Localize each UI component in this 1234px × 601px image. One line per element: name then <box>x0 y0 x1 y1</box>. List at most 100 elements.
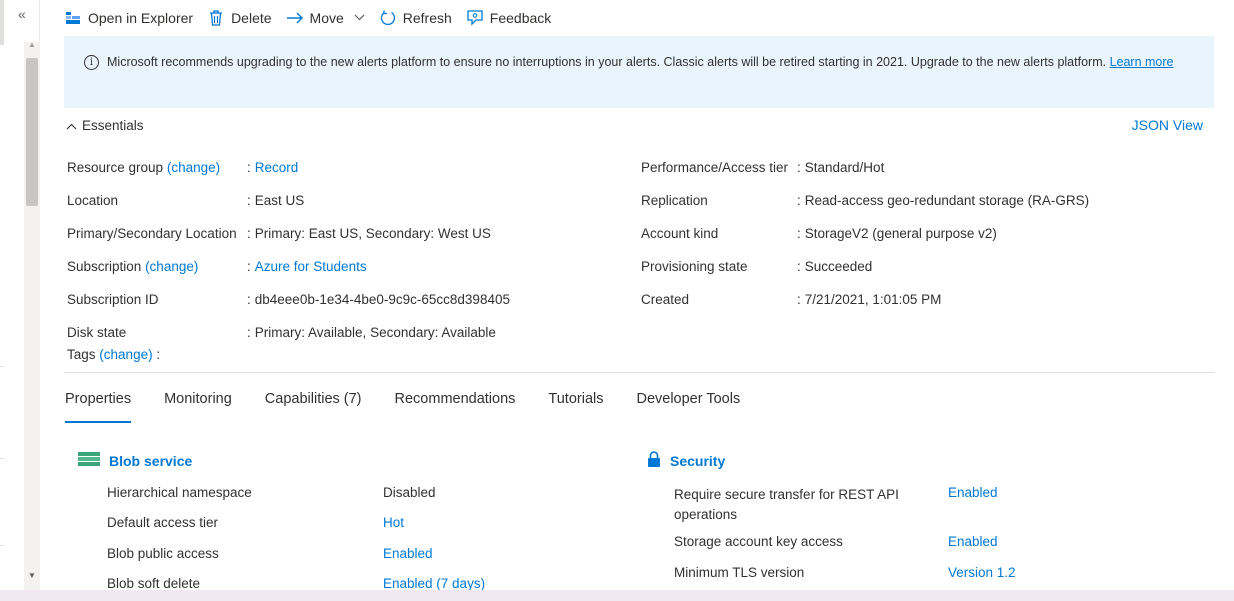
essentials-row: Primary/Secondary Location : Primary: Ea… <box>67 217 510 250</box>
property-row: Hierarchical namespace <box>107 485 252 500</box>
resource-group-value-link[interactable]: Record <box>255 160 299 175</box>
separator: : <box>797 259 801 274</box>
feedback-button[interactable]: Feedback <box>466 9 551 27</box>
separator: : <box>797 226 801 241</box>
essentials-row: Location : East US <box>67 184 510 217</box>
performance-access-tier-label: Performance/Access tier <box>641 160 789 175</box>
subscription-id-value: db4eee0b-1e34-4be0-9c9c-65cc8d398405 <box>254 292 510 307</box>
lock-icon <box>647 451 661 471</box>
minimum-tls-version-label: Minimum TLS version <box>674 565 805 580</box>
left-tick <box>0 366 4 367</box>
separator: : <box>247 193 251 208</box>
primary-secondary-location-label: Primary/Secondary Location <box>67 226 237 241</box>
hierarchical-namespace-label: Hierarchical namespace <box>107 485 252 500</box>
performance-access-tier-value: Standard/Hot <box>804 160 885 175</box>
require-secure-transfer-link[interactable]: Enabled <box>948 485 998 500</box>
security-title: Security <box>670 453 726 469</box>
refresh-button[interactable]: Refresh <box>379 9 452 27</box>
collapse-menu-button[interactable]: « <box>18 6 26 22</box>
blob-soft-delete-label: Blob soft delete <box>107 576 201 591</box>
location-value: East US <box>254 193 305 208</box>
separator: : <box>797 160 801 175</box>
left-edge <box>0 0 4 45</box>
essentials-row: Disk state : Primary: Available, Seconda… <box>67 316 510 349</box>
tab-capabilities[interactable]: Capabilities (7) <box>265 381 362 417</box>
command-bar: Open in Explorer Delete Move Refresh Fee… <box>64 0 565 36</box>
essentials-toggle[interactable]: Essentials <box>66 118 144 133</box>
chevron-up-icon <box>66 118 77 133</box>
trash-icon <box>207 9 225 27</box>
security-header[interactable]: Security <box>647 451 725 471</box>
storage-account-key-access-link[interactable]: Enabled <box>948 534 998 549</box>
left-tick <box>0 458 4 459</box>
provisioning-state-label: Provisioning state <box>641 259 748 274</box>
feedback-icon <box>466 9 484 27</box>
refresh-icon <box>379 9 397 27</box>
separator: : <box>247 259 251 274</box>
bottom-band <box>0 590 1234 601</box>
tab-developer-tools[interactable]: Developer Tools <box>636 381 740 417</box>
separator: : <box>797 193 801 208</box>
delete-label: Delete <box>231 10 272 26</box>
subscription-id-label: Subscription ID <box>67 292 159 307</box>
minimum-tls-version-link[interactable]: Version 1.2 <box>948 565 1016 580</box>
tab-bar: Properties Monitoring Capabilities (7) R… <box>65 381 773 423</box>
disk-state-value: Primary: Available, Secondary: Available <box>254 325 496 340</box>
account-kind-value: StorageV2 (general purpose v2) <box>804 226 997 241</box>
feedback-label: Feedback <box>489 10 552 26</box>
essentials-left-column: Resource group (change) : Record Locatio… <box>67 151 510 349</box>
require-secure-transfer-label: Require secure transfer for REST API ope… <box>674 487 899 522</box>
separator: : <box>247 160 251 175</box>
blob-public-access-link[interactable]: Enabled <box>383 546 433 561</box>
open-in-explorer-button[interactable]: Open in Explorer <box>64 9 193 27</box>
essentials-row: Subscription (change) : Azure for Studen… <box>67 250 510 283</box>
learn-more-link[interactable]: Learn more <box>1110 55 1174 69</box>
essentials-row: Performance/Access tier : Standard/Hot <box>641 151 1089 184</box>
chevron-down-icon <box>354 12 365 24</box>
essentials-right-column: Performance/Access tier : Standard/Hot R… <box>641 151 1089 316</box>
json-view-link[interactable]: JSON View <box>1132 117 1203 133</box>
subscription-change-link[interactable]: (change) <box>145 259 198 274</box>
tags-change-link[interactable]: (change) <box>99 347 152 362</box>
tags-row: Tags (change) : <box>67 347 160 362</box>
resource-group-label: Resource group <box>67 160 164 175</box>
refresh-label: Refresh <box>402 10 452 26</box>
blob-soft-delete-link[interactable]: Enabled (7 days) <box>383 576 485 591</box>
hierarchical-namespace-value: Disabled <box>383 485 436 500</box>
separator: : <box>247 325 251 340</box>
essentials-title: Essentials <box>82 118 144 133</box>
essentials-label: Resource group (change) <box>67 160 247 175</box>
tab-tutorials[interactable]: Tutorials <box>548 381 603 417</box>
primary-secondary-location-value: Primary: East US, Secondary: West US <box>254 226 491 241</box>
arrow-right-icon <box>286 9 304 27</box>
left-tick <box>0 545 4 546</box>
blob-service-title: Blob service <box>109 452 193 469</box>
tab-monitoring[interactable]: Monitoring <box>164 381 232 417</box>
tab-recommendations[interactable]: Recommendations <box>395 381 516 417</box>
replication-label: Replication <box>641 193 708 208</box>
separator: : <box>797 292 801 307</box>
tab-properties[interactable]: Properties <box>65 381 132 423</box>
tags-separator: : <box>156 347 161 362</box>
created-label: Created <box>641 292 690 307</box>
essentials-row: Resource group (change) : Record <box>67 151 510 184</box>
move-label: Move <box>309 10 344 26</box>
property-row: Blob public access <box>107 546 219 561</box>
blob-service-header[interactable]: Blob service <box>78 451 192 470</box>
essentials-row: Replication : Read-access geo-redundant … <box>641 184 1089 217</box>
subscription-value-link[interactable]: Azure for Students <box>255 259 367 274</box>
scroll-down-icon[interactable]: ▼ <box>28 571 36 580</box>
storage-account-key-access-label: Storage account key access <box>674 534 843 549</box>
divider <box>64 372 1214 373</box>
property-row: Minimum TLS version <box>674 565 804 580</box>
essentials-row: Subscription ID : db4eee0b-1e34-4be0-9c9… <box>67 283 510 316</box>
default-access-tier-link[interactable]: Hot <box>383 515 404 530</box>
scroll-up-icon[interactable]: ▲ <box>28 40 36 49</box>
delete-button[interactable]: Delete <box>207 9 272 27</box>
resource-group-change-link[interactable]: (change) <box>167 160 220 175</box>
banner-text: Microsoft recommends upgrading to the ne… <box>107 55 1107 69</box>
move-button[interactable]: Move <box>286 9 365 27</box>
scrollbar-thumb[interactable] <box>26 58 38 206</box>
property-row: Require secure transfer for REST API ope… <box>674 485 914 525</box>
location-label: Location <box>67 193 119 208</box>
